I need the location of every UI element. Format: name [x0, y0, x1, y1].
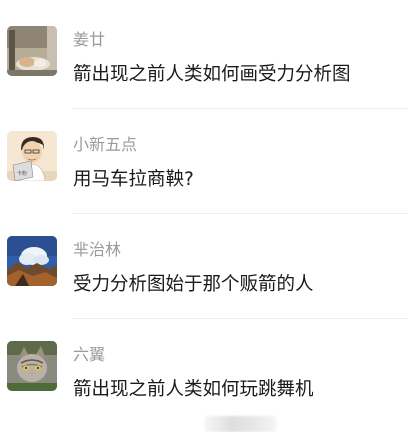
- comment-list: 姜廿 箭出现之前人类如何画受力分析图 卡粉 小新五点 用马车拉商鞅? 芈治林 受…: [0, 0, 408, 432]
- comment-item[interactable]: 芈治林 受力分析图始于那个贩箭的人: [0, 214, 408, 318]
- svg-text:卡粉: 卡粉: [17, 170, 27, 177]
- cat-sleeping-avatar[interactable]: [7, 26, 57, 76]
- username[interactable]: 芈治林: [73, 240, 121, 260]
- comment-item[interactable]: 卡粉 小新五点 用马车拉商鞅?: [0, 109, 408, 213]
- watermark-blur: [204, 416, 276, 432]
- cartoon-man-laptop-avatar[interactable]: 卡粉: [7, 131, 57, 181]
- username[interactable]: 六翼: [73, 345, 105, 365]
- comment-text: 用马车拉商鞅?: [73, 169, 194, 190]
- comment-text: 箭出现之前人类如何玩跳舞机: [73, 379, 314, 400]
- username[interactable]: 小新五点: [73, 135, 137, 155]
- sky-mountain-avatar[interactable]: [7, 236, 57, 286]
- comment-text: 箭出现之前人类如何画受力分析图: [73, 64, 351, 85]
- tabby-cat-avatar[interactable]: [7, 341, 57, 391]
- comment-text: 受力分析图始于那个贩箭的人: [73, 274, 314, 295]
- comment-item[interactable]: 六翼 箭出现之前人类如何玩跳舞机: [0, 319, 408, 423]
- username[interactable]: 姜廿: [73, 30, 105, 50]
- comment-item[interactable]: 姜廿 箭出现之前人类如何画受力分析图: [0, 4, 408, 108]
